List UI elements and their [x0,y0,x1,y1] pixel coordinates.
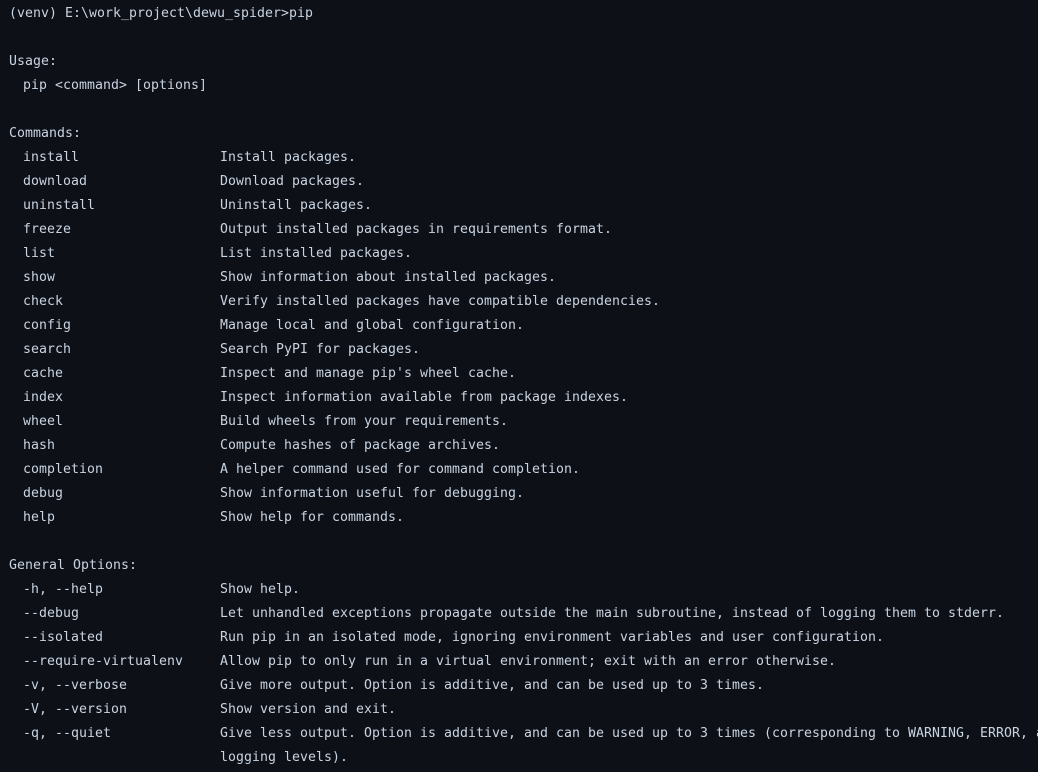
general-options-header: General Options: [9,558,137,573]
command-description: Search PyPI for packages. [220,342,420,357]
command-description: A helper command used for command comple… [220,462,580,477]
commands-header: Commands: [9,126,81,141]
command-description: Show information useful for debugging. [220,486,524,501]
command-description: Build wheels from your requirements. [220,414,508,429]
command-name: check [23,294,63,309]
command-description: List installed packages. [220,246,412,261]
command-row: freeze Output installed packages in requi… [0,218,1038,242]
option-row: --isolated Run pip in an isolated mode, i… [0,626,1038,650]
command-row: check Verify installed packages have comp… [0,290,1038,314]
command-description: Inspect and manage pip's wheel cache. [220,366,516,381]
command-row: search Search PyPI for packages. [0,338,1038,362]
option-description: Let unhandled exceptions propagate outsi… [220,606,1004,621]
option-description: Show help. [220,582,300,597]
command-row: help Show help for commands. [0,506,1038,530]
option-flags: -h, --help [23,582,103,597]
option-row: -V, --version Show version and exit. [0,698,1038,722]
usage-command-line: pip <command> [options] [23,78,207,93]
command-description: Download packages. [220,174,364,189]
command-row: uninstall Uninstall packages. [0,194,1038,218]
command-name: install [23,150,79,165]
option-flags: --isolated [23,630,103,645]
command-name: search [23,342,71,357]
command-name: hash [23,438,55,453]
option-description: Run pip in an isolated mode, ignoring en… [220,630,884,645]
option-row: -v, --verbose Give more output. Option is… [0,674,1038,698]
command-row: list List installed packages. [0,242,1038,266]
option-row: -q, --quiet Give less output. Option is a… [0,722,1038,746]
command-row: config Manage local and global configurat… [0,314,1038,338]
command-description: Install packages. [220,150,356,165]
command-name: index [23,390,63,405]
command-name: download [23,174,87,189]
command-row: download Download packages. [0,170,1038,194]
option-row: -h, --help Show help. [0,578,1038,602]
command-description: Show help for commands. [220,510,404,525]
command-description: Output installed packages in requirement… [220,222,612,237]
command-name: debug [23,486,63,501]
command-row: cache Inspect and manage pip's wheel cach… [0,362,1038,386]
command-row: install Install packages. [0,146,1038,170]
command-name: freeze [23,222,71,237]
command-name: config [23,318,71,333]
command-row: completion A helper command used for comm… [0,458,1038,482]
option-description: Give less output. Option is additive, an… [220,726,1038,741]
command-description: Show information about installed package… [220,270,556,285]
command-name: completion [23,462,103,477]
usage-header: Usage: [9,54,57,69]
option-description: Show version and exit. [220,702,396,717]
option-flags: -V, --version [23,702,127,717]
command-row: index Inspect information available from … [0,386,1038,410]
prompt-line: (venv) E:\work_project\dewu_spider>pip [9,6,313,21]
command-name: show [23,270,55,285]
command-description: Inspect information available from packa… [220,390,628,405]
command-name: uninstall [23,198,95,213]
command-name: list [23,246,55,261]
option-description-continuation: logging levels). [220,750,348,765]
option-flags: --require-virtualenv [23,654,183,669]
command-name: wheel [23,414,63,429]
option-row: --debug Let unhandled exceptions propagat… [0,602,1038,626]
command-row: wheel Build wheels from your requirements… [0,410,1038,434]
option-flags: -v, --verbose [23,678,127,693]
terminal-output-pane[interactable]: (venv) E:\work_project\dewu_spider>pip Us… [0,0,1038,772]
option-row: --require-virtualenv Allow pip to only ru… [0,650,1038,674]
command-name: help [23,510,55,525]
command-row: debug Show information useful for debuggi… [0,482,1038,506]
command-description: Uninstall packages. [220,198,372,213]
command-name: cache [23,366,63,381]
command-row: show Show information about installed pac… [0,266,1038,290]
option-flags: --debug [23,606,79,621]
option-description: Allow pip to only run in a virtual envir… [220,654,836,669]
command-row: hash Compute hashes of package archives. [0,434,1038,458]
command-description: Verify installed packages have compatibl… [220,294,660,309]
command-description: Manage local and global configuration. [220,318,524,333]
command-description: Compute hashes of package archives. [220,438,500,453]
option-description: Give more output. Option is additive, an… [220,678,764,693]
option-flags: -q, --quiet [23,726,111,741]
